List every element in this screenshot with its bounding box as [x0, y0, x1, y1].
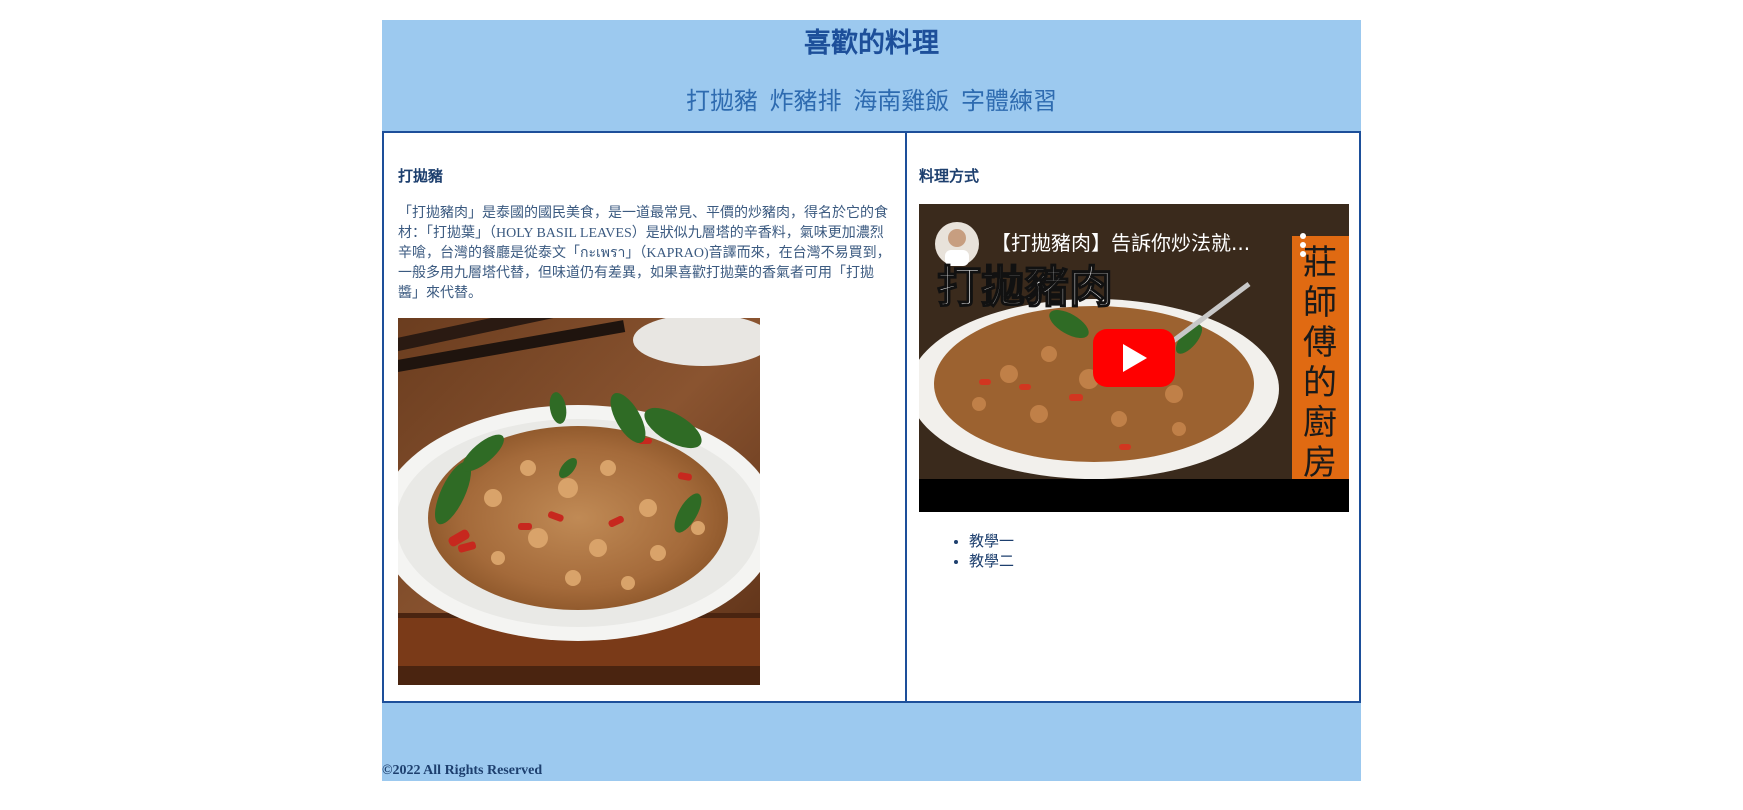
- tutorial-link-2[interactable]: 教學二: [969, 552, 1349, 572]
- nav-link-pork-cutlet[interactable]: 炸豬排: [770, 87, 842, 115]
- play-button-icon: [1093, 329, 1175, 387]
- site-title: 喜歡的料理: [804, 28, 939, 59]
- video-side-banner-char: 傅: [1303, 323, 1337, 363]
- video-overlay-text: 打拋豬肉: [937, 262, 1113, 313]
- tutorial-link-1[interactable]: 教學一: [969, 532, 1349, 552]
- video-title: 【打拋豬肉】告訴你炒法就...: [991, 231, 1250, 255]
- right-column: 料理方式 莊 師 傅 的 廚 房 【打拋豬肉】告訴你炒法就... 打拋豬肉 • …: [907, 133, 1361, 701]
- video-side-banner-char: 廚: [1303, 403, 1337, 443]
- video-side-banner-char: 房: [1303, 443, 1337, 483]
- video-menu-icon: [1300, 233, 1306, 257]
- video-side-banner-char: 的: [1303, 363, 1337, 403]
- tutorial-list: 教學一 教學二: [919, 532, 1349, 572]
- page: 喜歡的料理 打拋豬 炸豬排 海南雞飯 字體練習 打拋豬 「打拋豬肉」是泰國的國民…: [382, 20, 1361, 781]
- nav-link-pad-kra-pao[interactable]: 打拋豬: [686, 87, 758, 115]
- dish-photo: [398, 318, 760, 685]
- footer: ©2022 All Rights Reserved: [382, 703, 1361, 781]
- video-side-banner-char: 師: [1303, 283, 1337, 323]
- copyright: ©2022 All Rights Reserved: [382, 763, 543, 778]
- nav-link-font-practice[interactable]: 字體練習: [961, 87, 1057, 115]
- left-column: 打拋豬 「打拋豬肉」是泰國的國民美食，是一道最常見、平價的炒豬肉，得名於它的食材…: [384, 133, 907, 701]
- header: 喜歡的料理 打拋豬 炸豬排 海南雞飯 字體練習: [382, 20, 1361, 131]
- video-side-banner-char: 莊: [1303, 243, 1337, 283]
- main-nav: 打拋豬 炸豬排 海南雞飯 字體練習: [382, 86, 1361, 116]
- method-heading: 料理方式: [919, 167, 980, 185]
- dish-description: 「打拋豬肉」是泰國的國民美食，是一道最常見、平價的炒豬肉，得名於它的食材：「打拋…: [398, 206, 891, 301]
- nav-link-hainan-chicken-rice[interactable]: 海南雞飯: [853, 87, 949, 115]
- video-embed[interactable]: 莊 師 傅 的 廚 房 【打拋豬肉】告訴你炒法就... 打拋豬肉: [919, 204, 1349, 512]
- dish-heading: 打拋豬: [398, 167, 444, 185]
- content: 打拋豬 「打拋豬肉」是泰國的國民美食，是一道最常見、平價的炒豬肉，得名於它的食材…: [382, 131, 1361, 703]
